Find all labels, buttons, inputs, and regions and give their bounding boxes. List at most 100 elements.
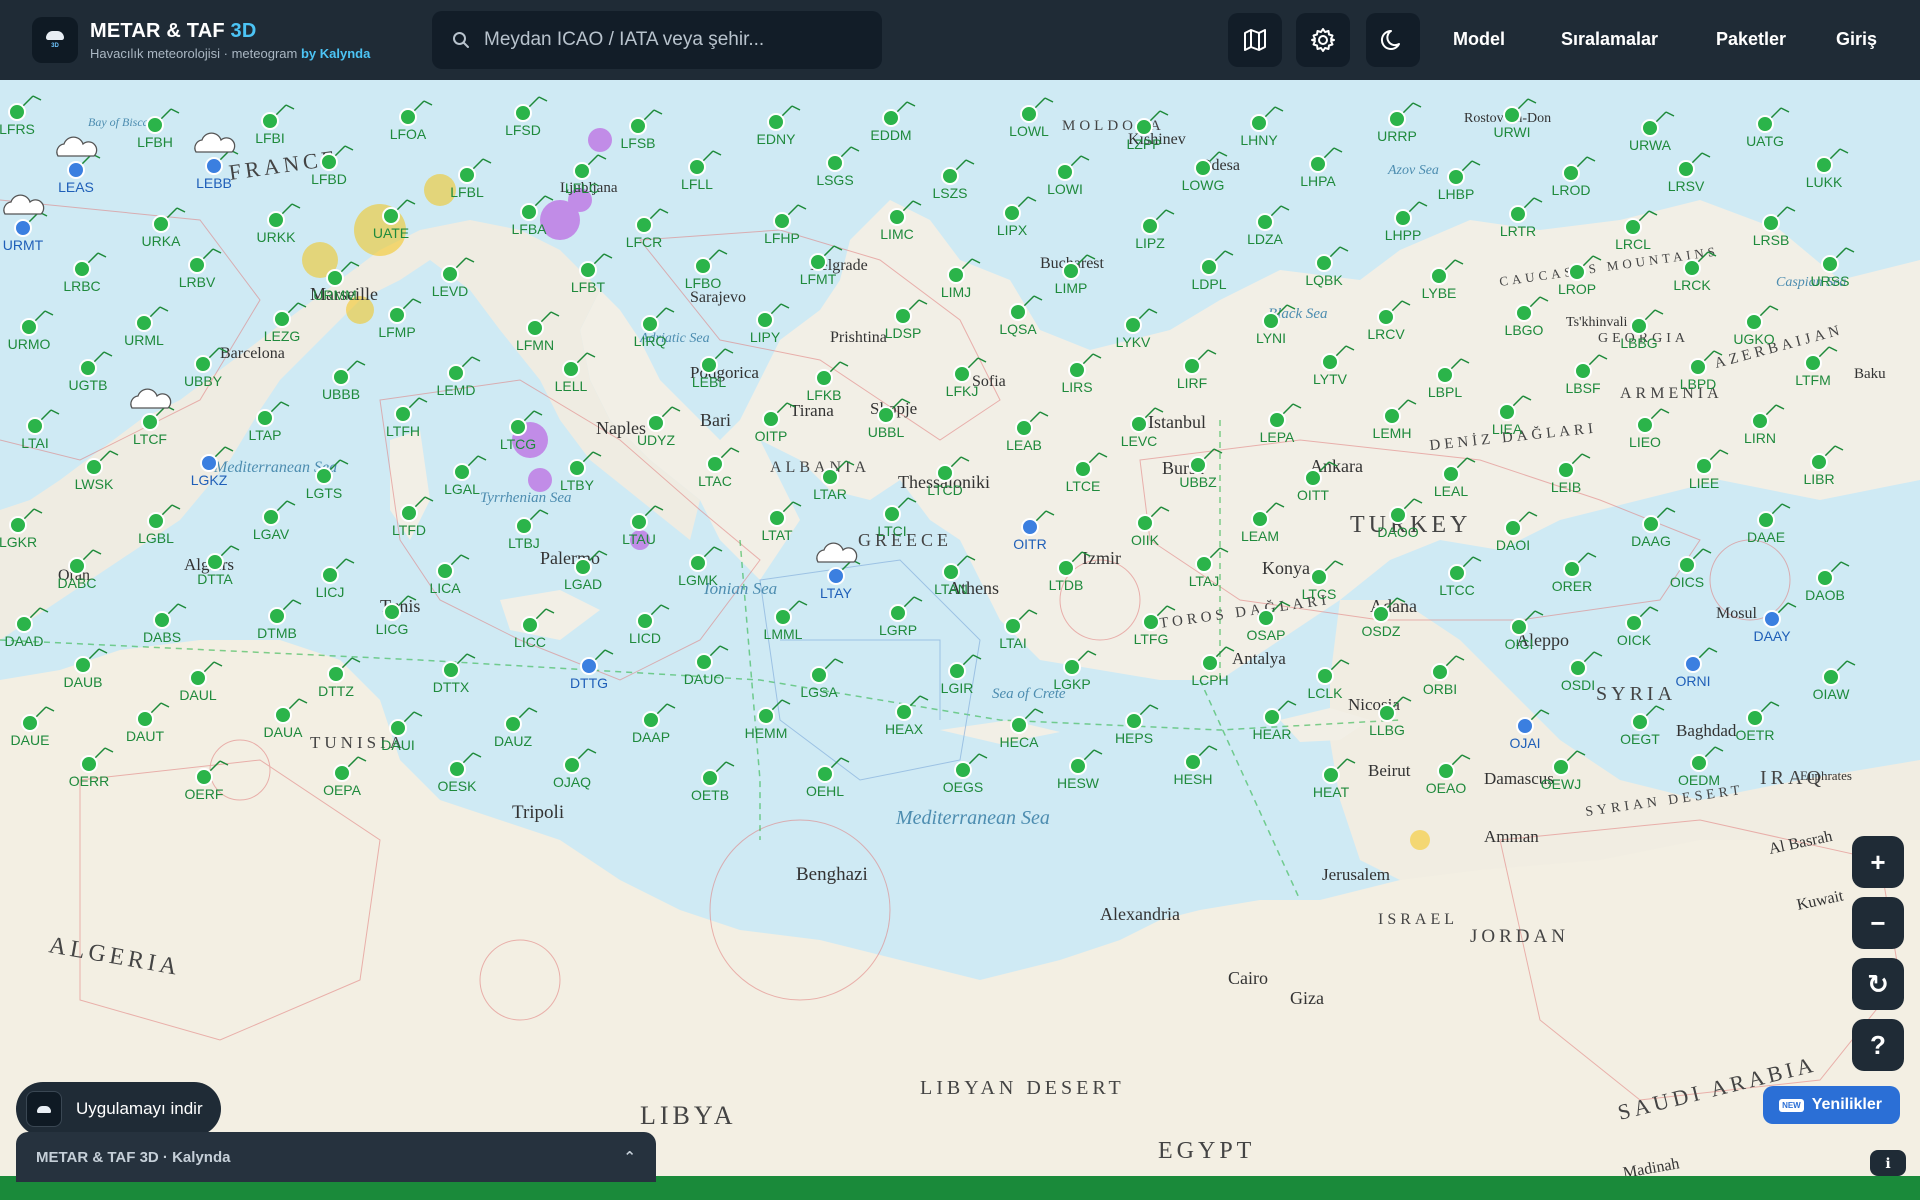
map-svg[interactable]: FRANCEMarseilleBarcelonaLjubljanaSarajev… <box>0 80 1920 1176</box>
station-dot[interactable] <box>1437 762 1455 780</box>
station-dot[interactable] <box>774 608 792 626</box>
station-dot[interactable] <box>447 364 465 382</box>
station-dot[interactable] <box>1430 267 1448 285</box>
station-dot[interactable] <box>1263 708 1281 726</box>
search-input[interactable] <box>484 29 864 51</box>
station-dot[interactable] <box>321 566 339 584</box>
station-dot[interactable] <box>1757 511 1775 529</box>
station-dot[interactable] <box>1251 510 1269 528</box>
map-canvas[interactable]: FRANCE Marseille Barcelona Ljubljana Sarajev… <box>0 80 1920 1176</box>
station-dot[interactable] <box>773 212 791 230</box>
nav-model[interactable]: Model <box>1453 29 1505 50</box>
reset-view-button[interactable]: ↻ <box>1852 958 1904 1010</box>
station-dot[interactable] <box>1552 758 1570 776</box>
station-dot[interactable] <box>1021 518 1039 536</box>
station-dot[interactable] <box>1630 317 1648 335</box>
station-dot[interactable] <box>1684 655 1702 673</box>
station-dot[interactable] <box>1746 709 1764 727</box>
station-dot[interactable] <box>320 153 338 171</box>
station-dot[interactable] <box>441 265 459 283</box>
search-box[interactable] <box>432 11 882 69</box>
station-dot[interactable] <box>629 117 647 135</box>
station-dot[interactable] <box>1677 160 1695 178</box>
station-dot[interactable] <box>768 509 786 527</box>
station-dot[interactable] <box>1063 658 1081 676</box>
station-dot[interactable] <box>1683 259 1701 277</box>
station-dot[interactable] <box>827 567 845 585</box>
station-dot[interactable] <box>936 464 954 482</box>
station-dot[interactable] <box>1436 366 1454 384</box>
station-dot[interactable] <box>1636 416 1654 434</box>
station-dot[interactable] <box>883 505 901 523</box>
station-dot[interactable] <box>200 454 218 472</box>
station-dot[interactable] <box>80 755 98 773</box>
station-dot[interactable] <box>1810 453 1828 471</box>
station-dot[interactable] <box>694 257 712 275</box>
station-dot[interactable] <box>810 666 828 684</box>
station-dot[interactable] <box>1516 717 1534 735</box>
station-dot[interactable] <box>146 116 164 134</box>
station-dot[interactable] <box>1515 304 1533 322</box>
station-dot[interactable] <box>954 761 972 779</box>
station-dot[interactable] <box>563 756 581 774</box>
station-dot[interactable] <box>756 311 774 329</box>
station-dot[interactable] <box>520 203 538 221</box>
station-dot[interactable] <box>1689 358 1707 376</box>
station-dot[interactable] <box>882 109 900 127</box>
station-dot[interactable] <box>1057 559 1075 577</box>
station-dot[interactable] <box>948 662 966 680</box>
station-dot[interactable] <box>326 269 344 287</box>
station-dot[interactable] <box>647 414 665 432</box>
theme-toggle-button[interactable] <box>1366 13 1420 67</box>
station-dot[interactable] <box>1316 667 1334 685</box>
station-dot[interactable] <box>688 158 706 176</box>
station-dot[interactable] <box>389 719 407 737</box>
station-dot[interactable] <box>1568 263 1586 281</box>
station-dot[interactable] <box>85 458 103 476</box>
station-dot[interactable] <box>1142 613 1160 631</box>
station-dot[interactable] <box>394 405 412 423</box>
station-dot[interactable] <box>261 112 279 130</box>
station-dot[interactable] <box>1503 106 1521 124</box>
station-dot[interactable] <box>1141 217 1159 235</box>
station-dot[interactable] <box>1510 618 1528 636</box>
station-dot[interactable] <box>1268 411 1286 429</box>
station-dot[interactable] <box>767 113 785 131</box>
station-dot[interactable] <box>1762 214 1780 232</box>
station-dot[interactable] <box>153 611 171 629</box>
station-dot[interactable] <box>1631 713 1649 731</box>
station-dot[interactable] <box>1201 654 1219 672</box>
station-dot[interactable] <box>262 508 280 526</box>
station-dot[interactable] <box>1816 569 1834 587</box>
station-dot[interactable] <box>889 604 907 622</box>
station-dot[interactable] <box>1257 609 1275 627</box>
station-dot[interactable] <box>1569 659 1587 677</box>
station-dot[interactable] <box>526 319 544 337</box>
station-dot[interactable] <box>1763 610 1781 628</box>
station-dot[interactable] <box>273 310 291 328</box>
station-dot[interactable] <box>641 315 659 333</box>
station-dot[interactable] <box>1442 465 1460 483</box>
station-dot[interactable] <box>888 208 906 226</box>
station-dot[interactable] <box>1504 519 1522 537</box>
station-dot[interactable] <box>1377 308 1395 326</box>
station-dot[interactable] <box>695 653 713 671</box>
station-dot[interactable] <box>399 108 417 126</box>
station-dot[interactable] <box>1020 105 1038 123</box>
station-dot[interactable] <box>1815 156 1833 174</box>
station-dot[interactable] <box>942 563 960 581</box>
station-dot[interactable] <box>815 369 833 387</box>
station-dot[interactable] <box>315 467 333 485</box>
station-dot[interactable] <box>1124 316 1142 334</box>
station-dot[interactable] <box>1009 303 1027 321</box>
station-dot[interactable] <box>635 216 653 234</box>
station-dot[interactable] <box>436 562 454 580</box>
station-dot[interactable] <box>1383 407 1401 425</box>
station-dot[interactable] <box>274 706 292 724</box>
station-dot[interactable] <box>1256 213 1274 231</box>
chevron-up-icon[interactable]: ⌃ <box>623 1148 636 1166</box>
station-dot[interactable] <box>453 463 471 481</box>
station-dot[interactable] <box>1804 354 1822 372</box>
help-button[interactable]: ? <box>1852 1019 1904 1071</box>
station-dot[interactable] <box>1010 716 1028 734</box>
